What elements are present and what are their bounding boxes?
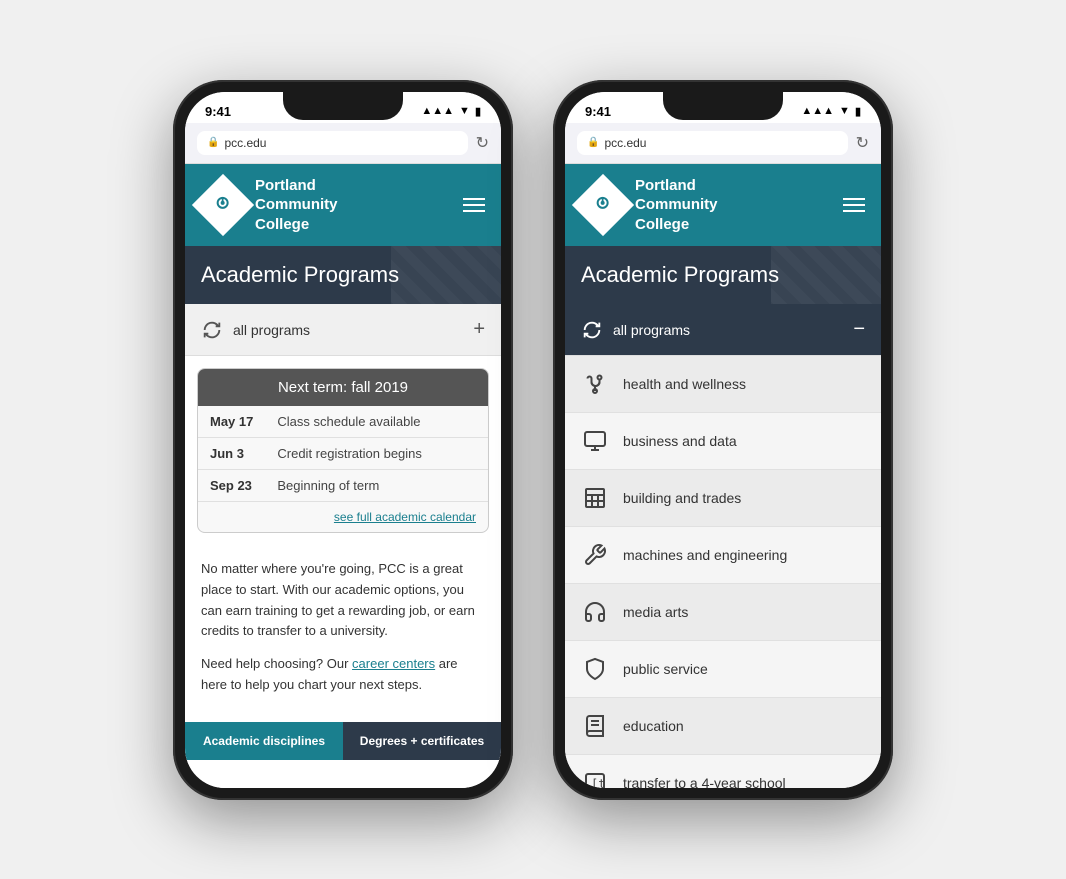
date-cell: May 17 (198, 406, 265, 438)
url-bar-right[interactable]: 🔒 pcc.edu (577, 131, 848, 155)
career-centers-link[interactable]: career centers (352, 656, 435, 671)
pcc-logo-left: Portland Community College (201, 176, 338, 235)
page-title-left: Academic Programs (201, 262, 485, 288)
signal-icons-left: ▲▲▲ ▼ ▮ (421, 105, 481, 118)
right-phone: 9:41 ▲▲▲ ▼ ▮ 🔒 pcc.edu ↻ (553, 80, 893, 800)
hamburger-menu-left[interactable] (463, 198, 485, 212)
url-text-left: pcc.edu (224, 136, 266, 150)
event-cell: Credit registration begins (265, 438, 488, 470)
all-programs-expanded[interactable]: all programs − (565, 304, 881, 356)
pcc-logo-icon-left (211, 190, 235, 219)
signal-icons-right: ▲▲▲ ▼ ▮ (801, 105, 861, 118)
pcc-name-right: Portland Community College (635, 176, 718, 235)
body-paragraph-1: No matter where you're going, PCC is a g… (201, 559, 485, 642)
wifi-icon-r: ▼ (839, 105, 850, 117)
calendar-link[interactable]: see full academic calendar (198, 502, 488, 532)
stethoscope-icon (581, 370, 609, 398)
pcc-header-left: Portland Community College (185, 164, 501, 247)
monitor-icon (581, 427, 609, 455)
bracket-t-icon: [t] (581, 769, 609, 788)
pcc-header-right: Portland Community College (565, 164, 881, 247)
book-icon (581, 712, 609, 740)
battery-icon: ▮ (475, 105, 481, 118)
body-paragraph-2: Need help choosing? Our career centers a… (201, 654, 485, 696)
academic-disciplines-button[interactable]: Academic disciplines (185, 722, 343, 760)
page-title-section-right: Academic Programs (565, 246, 881, 304)
pcc-diamond-right (572, 174, 634, 236)
refresh-button-right[interactable]: ↻ (856, 133, 869, 153)
hamburger-menu-right[interactable] (843, 198, 865, 212)
pcc-diamond-left (192, 174, 254, 236)
date-cell: Jun 3 (198, 438, 265, 470)
all-programs-label-right: all programs (613, 322, 690, 338)
headphones-icon (581, 598, 609, 626)
collapse-button-right[interactable]: − (853, 318, 865, 341)
category-building[interactable]: building and trades (565, 470, 881, 527)
page-title-section-left: Academic Programs (185, 246, 501, 304)
signal-icon-r: ▲▲▲ (801, 105, 834, 117)
lock-icon-left: 🔒 (207, 137, 219, 148)
date-cell: Sep 23 (198, 470, 265, 502)
building-icon (581, 484, 609, 512)
calendar-table: May 17 Class schedule available Jun 3 Cr… (198, 406, 488, 502)
browser-bar-right: 🔒 pcc.edu ↻ (565, 123, 881, 164)
all-programs-collapsed[interactable]: all programs + (185, 304, 501, 356)
wifi-icon: ▼ (459, 105, 470, 117)
category-business-label: business and data (623, 433, 737, 449)
table-row: May 17 Class schedule available (198, 406, 488, 438)
category-machines-label: machines and engineering (623, 547, 787, 563)
browser-bar-left: 🔒 pcc.edu ↻ (185, 123, 501, 164)
page-title-right: Academic Programs (581, 262, 865, 288)
all-programs-left: all programs (201, 319, 310, 341)
right-phone-content[interactable]: all programs − hea (565, 304, 881, 788)
table-row: Jun 3 Credit registration begins (198, 438, 488, 470)
category-business[interactable]: business and data (565, 413, 881, 470)
calendar-header: Next term: fall 2019 (198, 369, 488, 406)
category-media[interactable]: media arts (565, 584, 881, 641)
degrees-certificates-button[interactable]: Degrees + certificates (343, 722, 501, 760)
category-education-label: education (623, 718, 684, 734)
category-building-label: building and trades (623, 490, 741, 506)
left-phone-content[interactable]: all programs + Next term: fall 2019 May … (185, 304, 501, 788)
category-public-label: public service (623, 661, 708, 677)
category-machines[interactable]: machines and engineering (565, 527, 881, 584)
bottom-buttons: Academic disciplines Degrees + certifica… (185, 722, 501, 768)
pcc-logo-icon-right (591, 190, 615, 219)
pcc-logo-right: Portland Community College (581, 176, 718, 235)
event-cell: Beginning of term (265, 470, 488, 502)
signal-icon: ▲▲▲ (421, 105, 454, 117)
svg-text:[t]: [t] (591, 777, 607, 788)
time-left: 9:41 (205, 104, 231, 119)
category-public[interactable]: public service (565, 641, 881, 698)
battery-icon-r: ▮ (855, 105, 861, 118)
time-right: 9:41 (585, 104, 611, 119)
event-cell: Class schedule available (265, 406, 488, 438)
expand-button-left[interactable]: + (473, 318, 485, 341)
notch (283, 92, 403, 120)
programs-sync-icon (201, 319, 223, 341)
table-row: Sep 23 Beginning of term (198, 470, 488, 502)
category-transfer[interactable]: [t] transfer to a 4-year school (565, 755, 881, 788)
shield-icon (581, 655, 609, 683)
category-health[interactable]: health and wellness (565, 356, 881, 413)
all-programs-active-left: all programs (581, 319, 690, 341)
pcc-name-left: Portland Community College (255, 176, 338, 235)
category-health-label: health and wellness (623, 376, 746, 392)
url-bar-left[interactable]: 🔒 pcc.edu (197, 131, 468, 155)
notch-right (663, 92, 783, 120)
lock-icon-right: 🔒 (587, 137, 599, 148)
wrench-icon (581, 541, 609, 569)
left-phone: 9:41 ▲▲▲ ▼ ▮ 🔒 pcc.edu ↻ (173, 80, 513, 800)
category-education[interactable]: education (565, 698, 881, 755)
body-text-section: No matter where you're going, PCC is a g… (185, 545, 501, 722)
all-programs-label-left: all programs (233, 322, 310, 338)
refresh-button-left[interactable]: ↻ (476, 133, 489, 153)
programs-sync-icon-active (581, 319, 603, 341)
calendar-card: Next term: fall 2019 May 17 Class schedu… (197, 368, 489, 533)
category-media-label: media arts (623, 604, 688, 620)
url-text-right: pcc.edu (604, 136, 646, 150)
category-transfer-label: transfer to a 4-year school (623, 775, 786, 788)
